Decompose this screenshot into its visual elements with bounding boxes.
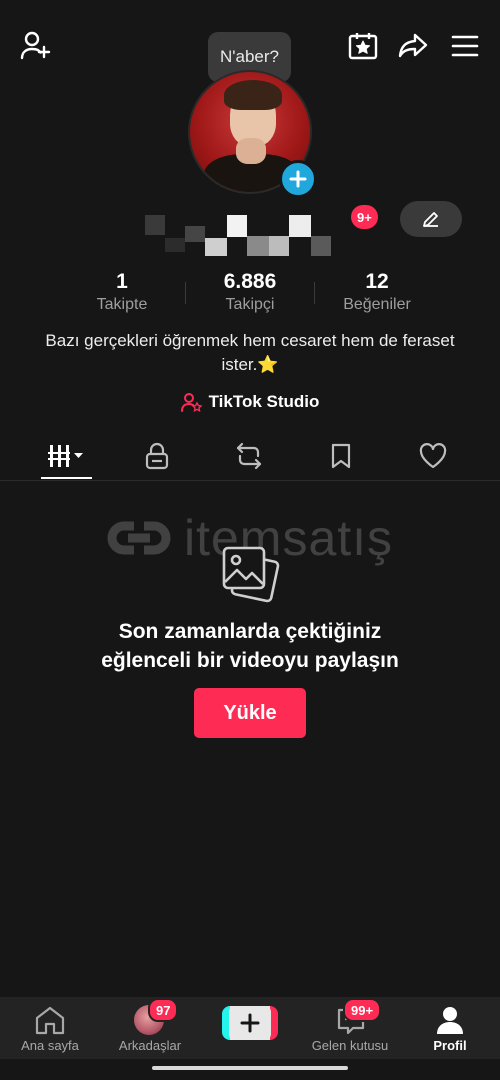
- grid-filter-icon: [48, 445, 83, 467]
- edit-profile-button[interactable]: [400, 201, 462, 237]
- nav-profile-label: Profil: [433, 1038, 467, 1053]
- home-icon: [35, 1006, 65, 1035]
- watermark-logo-icon: [107, 521, 171, 555]
- following-label: Takipte: [96, 296, 148, 313]
- add-friend-icon[interactable]: [20, 30, 52, 62]
- avatar-hair: [224, 80, 282, 110]
- tab-active-indicator: [41, 477, 92, 479]
- calendar-star-icon[interactable]: [347, 30, 379, 62]
- heart-icon: [419, 443, 447, 469]
- menu-icon[interactable]: [449, 30, 481, 62]
- tab-divider: [0, 480, 500, 481]
- nav-inbox-label: Gelen kutusu: [311, 1038, 389, 1053]
- repost-icon: [236, 442, 262, 470]
- nav-profile[interactable]: Profil: [400, 997, 500, 1059]
- bookmark-icon: [331, 443, 351, 469]
- nav-home-label: Ana sayfa: [21, 1038, 79, 1053]
- share-icon[interactable]: [397, 30, 429, 62]
- stat-divider: [185, 282, 186, 304]
- likes-count: 12: [365, 270, 389, 293]
- tab-saved[interactable]: [311, 439, 371, 473]
- empty-title-line1: Son zamanlarda çektiğiniz: [118, 620, 382, 643]
- studio-icon: [180, 393, 203, 412]
- profile-bio: Bazı gerçekleri öğrenmek hem cesaret hem…: [45, 331, 455, 374]
- studio-label: TikTok Studio: [208, 392, 320, 411]
- notification-badge[interactable]: 9+: [351, 205, 378, 229]
- empty-state-title: Son zamanlarda çektiğiniz eğlenceli bir …: [0, 617, 500, 675]
- add-avatar-button[interactable]: [279, 160, 317, 198]
- lock-icon: [145, 442, 169, 470]
- followers-label: Takipçi: [225, 296, 275, 313]
- plus-icon: [240, 1013, 260, 1033]
- following-count: 1: [116, 270, 128, 293]
- nav-inbox[interactable]: 99+ Gelen kutusu: [300, 997, 400, 1059]
- likes-label: Beğeniler: [343, 296, 411, 313]
- nav-friends[interactable]: 97 Arkadaşlar: [100, 997, 200, 1059]
- nav-home[interactable]: Ana sayfa: [0, 997, 100, 1059]
- create-button[interactable]: [222, 1006, 278, 1040]
- stat-divider: [314, 282, 315, 304]
- photos-icon: [219, 544, 281, 604]
- likes-stat[interactable]: 12 Beğeniler: [327, 270, 427, 314]
- friends-badge: 97: [148, 998, 179, 1022]
- followers-count: 6.886: [223, 270, 277, 293]
- inbox-badge: 99+: [343, 998, 382, 1022]
- upload-button[interactable]: Yükle: [194, 688, 306, 738]
- nav-create[interactable]: [200, 997, 300, 1059]
- profile-icon: [437, 1007, 463, 1034]
- empty-title-line2: eğlenceli bir videoyu paylaşın: [101, 649, 399, 672]
- nav-friends-label: Arkadaşlar: [118, 1038, 182, 1053]
- tab-liked[interactable]: [403, 439, 463, 473]
- avatar-hand: [236, 138, 266, 164]
- home-indicator[interactable]: [152, 1066, 348, 1070]
- followers-stat[interactable]: 6.886 Takipçi: [200, 270, 300, 314]
- bottom-nav: Ana sayfa 97 Arkadaşlar 99+ Gelen kutusu…: [0, 997, 500, 1059]
- following-stat[interactable]: 1 Takipte: [72, 270, 172, 314]
- tab-reposts[interactable]: [219, 439, 279, 473]
- watermark-text: itemsatış: [184, 510, 394, 566]
- tab-private[interactable]: [127, 439, 187, 473]
- tiktok-studio-link[interactable]: TikTok Studio: [0, 392, 500, 412]
- pencil-icon: [423, 212, 438, 227]
- tab-videos[interactable]: [37, 439, 97, 473]
